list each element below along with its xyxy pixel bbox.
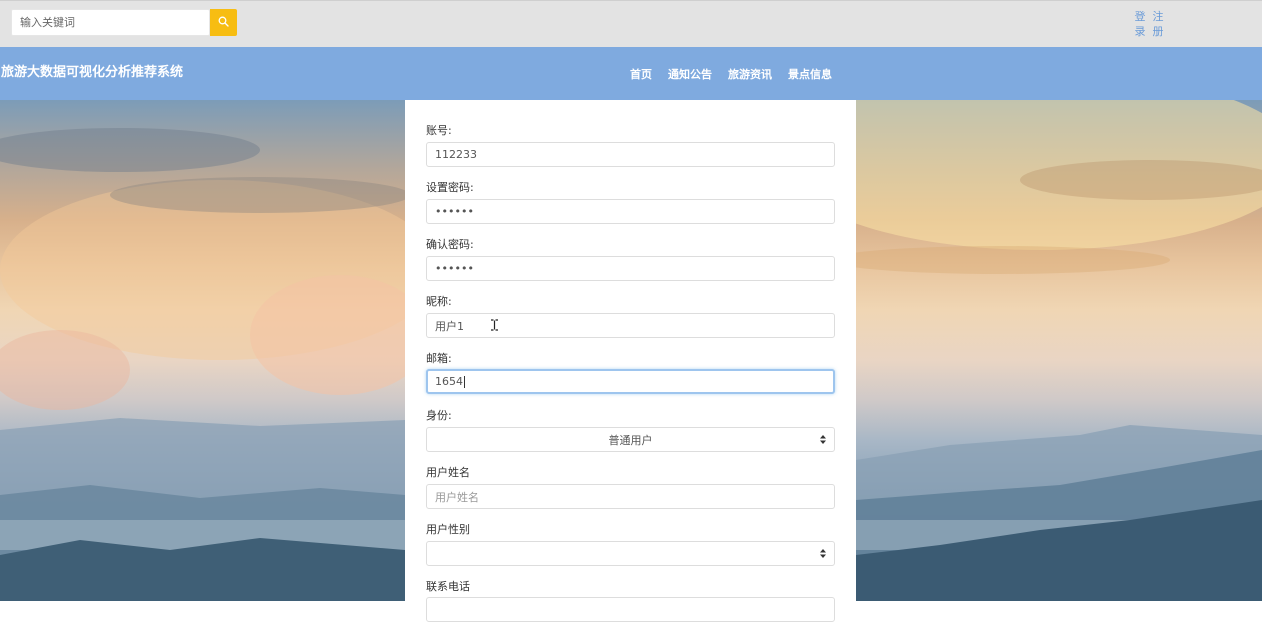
sort-arrows-icon	[820, 548, 826, 559]
role-selected-value: 普通用户	[608, 433, 653, 447]
search-input[interactable]	[11, 9, 210, 36]
nickname-label: 昵称:	[426, 295, 452, 308]
site-title: 旅游大数据可视化分析推荐系统	[1, 65, 184, 80]
gender-select[interactable]	[426, 541, 835, 566]
confirm-password-value: ••••••	[435, 262, 474, 275]
account-field[interactable]: 112233	[426, 142, 835, 167]
nickname-field[interactable]: 用户1	[426, 313, 835, 338]
realname-field[interactable]: 用户姓名	[426, 484, 835, 509]
register-form: 账号: 112233 设置密码: •••••• 确认密码: •••••• 昵称:…	[405, 100, 856, 622]
nav-item-attractions[interactable]: 景点信息	[780, 66, 840, 82]
nav-bar: 旅游大数据可视化分析推荐系统 首页 通知公告 旅游资讯 景点信息	[0, 47, 1262, 100]
email-value: 1654	[435, 375, 463, 388]
password-field[interactable]: ••••••	[426, 199, 835, 224]
phone-label: 联系电话	[426, 580, 470, 593]
i-beam-cursor-icon	[490, 319, 499, 331]
nav-item-travel-news[interactable]: 旅游资讯	[720, 66, 780, 82]
role-select[interactable]: 普通用户	[426, 427, 835, 452]
login-link[interactable]: 登录	[1133, 9, 1147, 39]
account-label: 账号:	[426, 124, 452, 137]
register-link[interactable]: 注册	[1151, 9, 1165, 39]
password-label: 设置密码:	[426, 181, 474, 194]
text-caret	[464, 375, 465, 388]
gender-label: 用户性别	[426, 523, 470, 536]
confirm-password-label: 确认密码:	[426, 238, 474, 251]
top-bar: 登录 注册	[0, 0, 1262, 47]
email-label: 邮箱:	[426, 352, 452, 365]
email-field[interactable]: 1654	[426, 369, 835, 394]
sort-arrows-icon	[820, 434, 826, 445]
password-value: ••••••	[435, 205, 474, 218]
search-icon	[218, 15, 229, 30]
confirm-password-field[interactable]: ••••••	[426, 256, 835, 281]
nav-menu: 首页 通知公告 旅游资讯 景点信息	[622, 66, 840, 82]
role-label: 身份:	[426, 409, 452, 422]
nav-item-home[interactable]: 首页	[622, 66, 660, 82]
realname-label: 用户姓名	[426, 466, 470, 479]
account-value: 112233	[435, 148, 477, 161]
realname-placeholder: 用户姓名	[435, 490, 479, 504]
search-button[interactable]	[210, 9, 237, 36]
nav-item-notices[interactable]: 通知公告	[660, 66, 720, 82]
nickname-value: 用户1	[435, 319, 464, 333]
